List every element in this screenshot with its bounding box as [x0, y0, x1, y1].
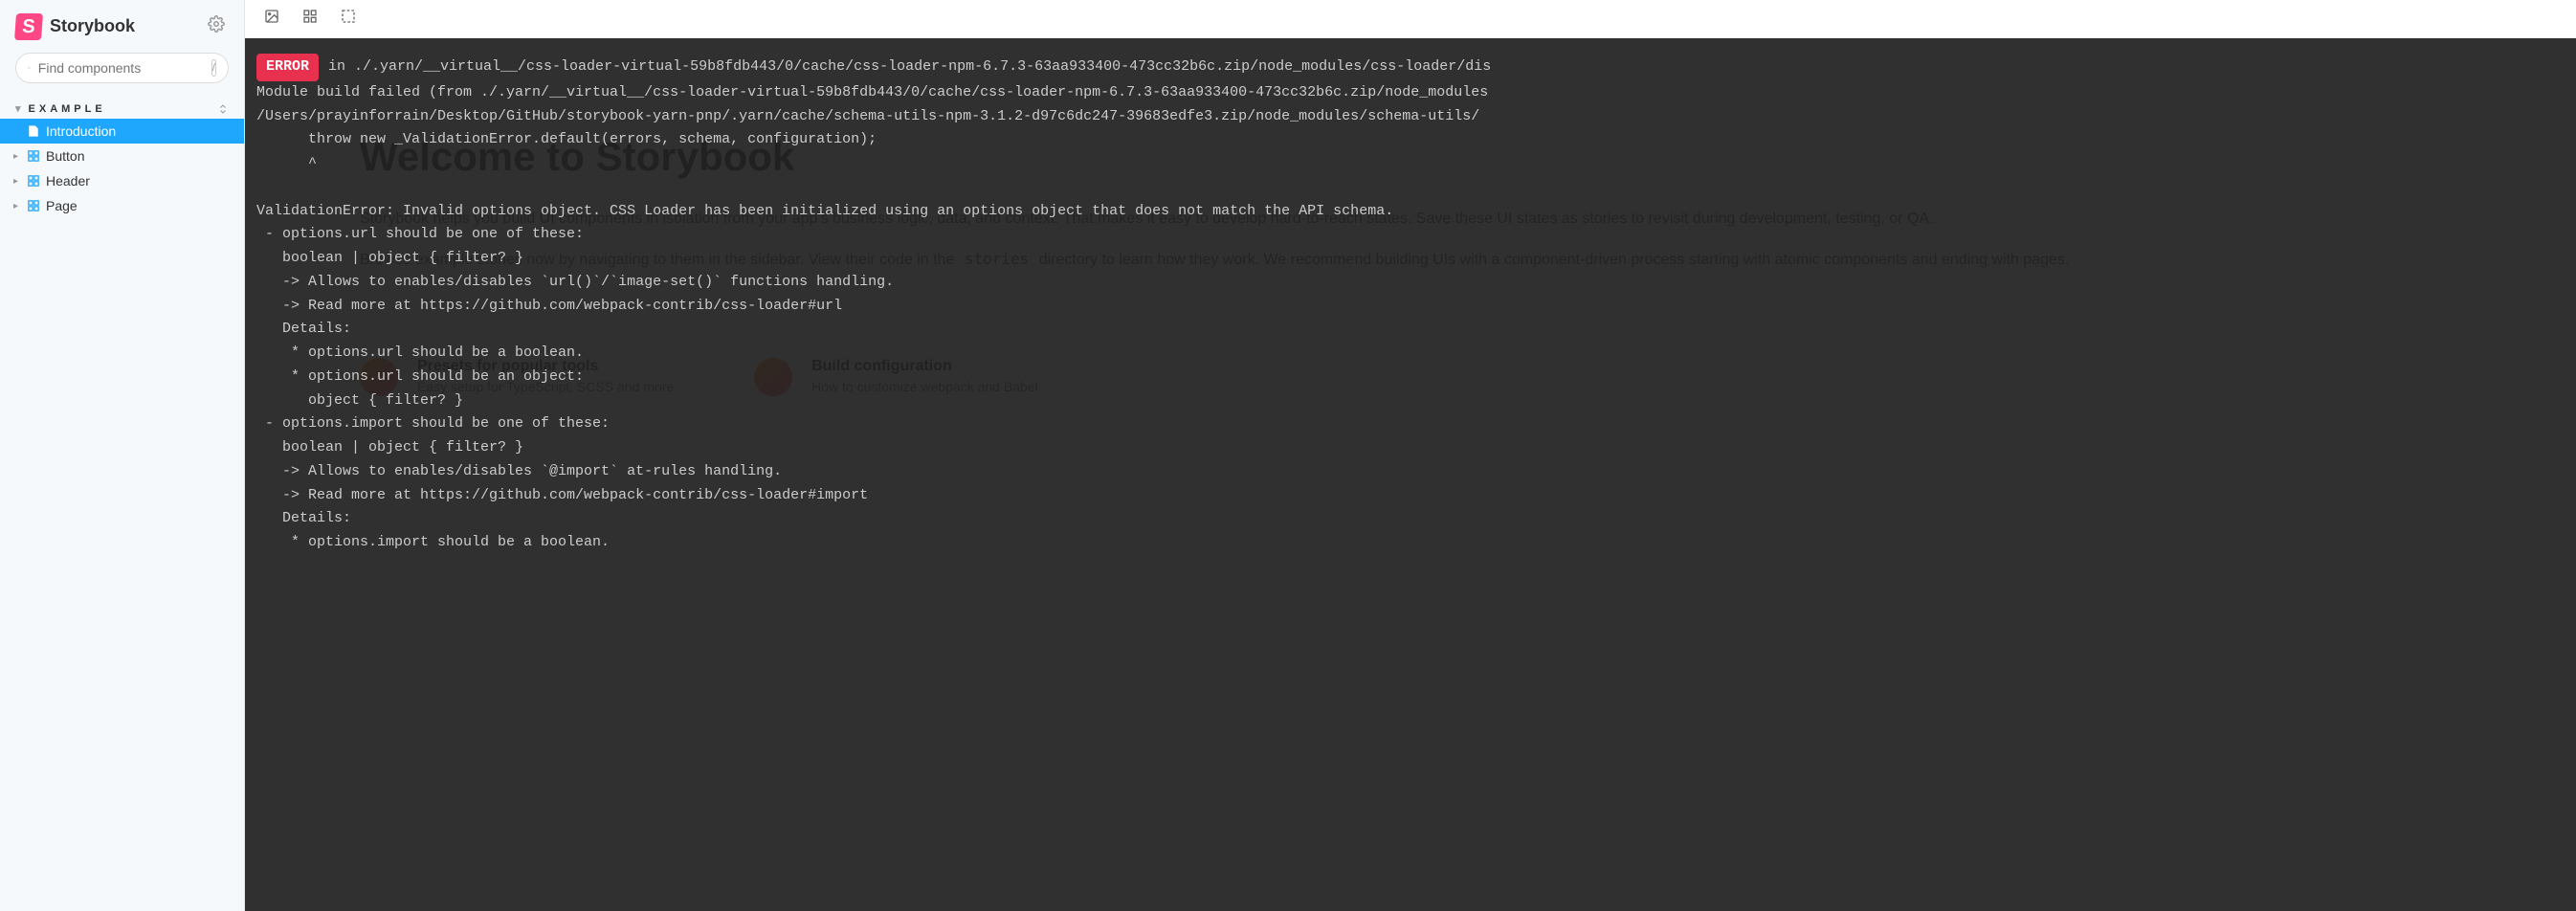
error-line: -> Allows to enables/disables `@import` … — [256, 463, 782, 479]
error-badge: ERROR — [256, 54, 319, 81]
error-overlay: ERROR in ./.yarn/__virtual__/css-loader-v… — [245, 38, 2576, 911]
fullscreen-button[interactable] — [337, 5, 360, 33]
main: Welcome to Storybook Storybook helps you… — [245, 0, 2576, 911]
error-line: boolean | object { filter? } — [256, 439, 523, 456]
component-icon — [27, 149, 40, 163]
chevron-right-icon: ▸ — [13, 151, 21, 162]
error-line: /Users/prayinforrain/Desktop/GitHub/stor… — [256, 108, 1479, 124]
grid-icon — [302, 9, 318, 24]
error-line: -> Read more at https://github.com/webpa… — [256, 487, 868, 503]
error-line: throw new _ValidationError.default(error… — [256, 131, 877, 147]
error-line: Details: — [256, 321, 351, 337]
sidebar-item-header[interactable]: ▸ Header — [0, 168, 244, 193]
sidebar-item-page[interactable]: ▸ Page — [0, 193, 244, 218]
gear-icon — [208, 15, 225, 33]
nav-label: Introduction — [46, 123, 116, 139]
error-line: -> Read more at https://github.com/webpa… — [256, 298, 842, 314]
error-line: object { filter? } — [256, 392, 463, 409]
error-line: -> Allows to enables/disables `url()`/`i… — [256, 274, 894, 290]
component-icon — [27, 174, 40, 188]
search-icon — [28, 61, 31, 75]
search-shortcut-badge: / — [211, 59, 216, 77]
search-box[interactable]: / — [15, 53, 229, 83]
search-input[interactable] — [38, 60, 211, 76]
error-line: * options.url should be an object: — [256, 368, 584, 385]
chevron-right-icon: ▸ — [13, 176, 21, 187]
sidebar-item-introduction[interactable]: Introduction — [0, 119, 244, 144]
section-header-example[interactable]: ▾ EXAMPLE — [0, 95, 244, 119]
component-icon — [27, 199, 40, 212]
storybook-logo-icon: S — [14, 13, 43, 40]
settings-button[interactable] — [204, 11, 229, 41]
search-wrap: / — [0, 53, 244, 95]
error-line: - options.import should be one of these: — [256, 415, 610, 432]
nav-label: Button — [46, 148, 84, 164]
nav-label: Page — [46, 198, 78, 213]
error-line: * options.url should be a boolean. — [256, 344, 584, 361]
grid-button[interactable] — [299, 5, 322, 33]
error-line: Details: — [256, 510, 351, 526]
error-line: boolean | object { filter? } — [256, 250, 523, 266]
expand-collapse-icon[interactable] — [217, 103, 229, 115]
error-line: ValidationError: Invalid options object.… — [256, 203, 1393, 219]
sidebar-item-button[interactable]: ▸ Button — [0, 144, 244, 168]
section-title: EXAMPLE — [29, 103, 106, 115]
chevron-down-icon: ▾ — [15, 102, 25, 115]
sidebar: S Storybook / ▾ EXAMPLE Introduction ▸ — [0, 0, 245, 911]
content-area: Welcome to Storybook Storybook helps you… — [245, 38, 2576, 911]
error-line: - options.url should be one of these: — [256, 226, 584, 242]
nav-label: Header — [46, 173, 90, 189]
document-icon — [27, 124, 40, 138]
fullscreen-icon — [341, 9, 356, 24]
error-line: in ./.yarn/__virtual__/css-loader-virtua… — [328, 58, 1491, 75]
logo[interactable]: S Storybook — [15, 13, 135, 40]
error-line: * options.import should be a boolean. — [256, 534, 610, 550]
chevron-right-icon: ▸ — [13, 201, 21, 211]
error-line: ^ — [256, 155, 317, 171]
image-icon — [264, 9, 279, 24]
toolbar — [245, 0, 2576, 38]
canvas-image-button[interactable] — [260, 5, 283, 33]
error-line: Module build failed (from ./.yarn/__virt… — [256, 84, 1488, 100]
brand-name: Storybook — [50, 16, 135, 36]
sidebar-header: S Storybook — [0, 0, 244, 53]
